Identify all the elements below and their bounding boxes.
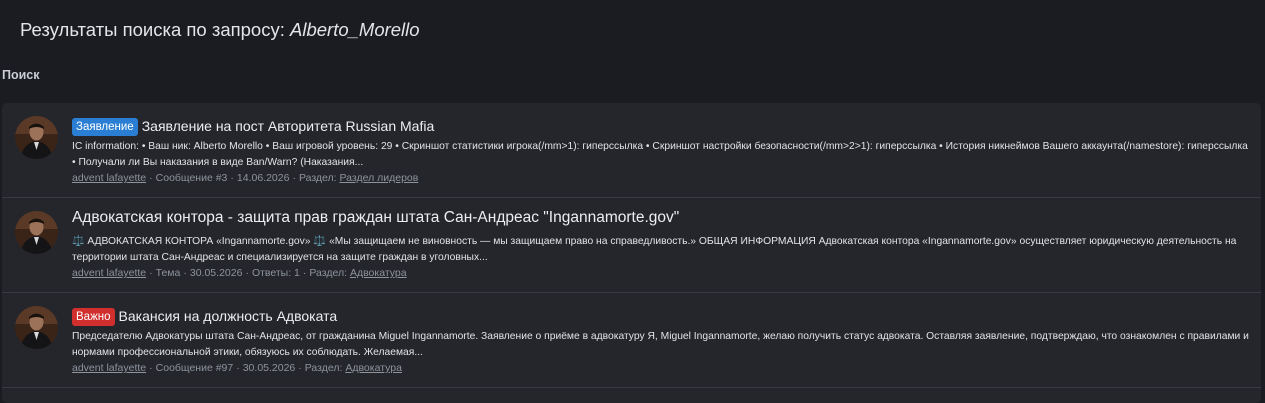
avatar-image bbox=[15, 211, 58, 254]
avatar[interactable] bbox=[15, 306, 58, 349]
search-query: Alberto_Morello bbox=[290, 19, 420, 40]
badge-statement[interactable]: Заявление bbox=[72, 118, 138, 136]
author-link[interactable]: advent lafayette bbox=[72, 267, 146, 279]
section-link[interactable]: Раздел лидеров bbox=[340, 172, 419, 184]
result-date: 30.05.2026 bbox=[189, 267, 243, 279]
result-snippet: ⚖️ АДВОКАТСКАЯ КОНТОРА «Ingannamorte.gov… bbox=[72, 234, 1252, 266]
search-result: Заявление Заявление на пост Авторитета Ru… bbox=[2, 103, 1261, 198]
section-prefix: Раздел: bbox=[298, 172, 337, 184]
section-prefix: Раздел: bbox=[309, 267, 348, 279]
result-title-text[interactable]: Адвокатская контора - защита прав гражда… bbox=[72, 209, 679, 226]
section-label: Поиск bbox=[2, 68, 40, 82]
avatar-image bbox=[15, 306, 58, 349]
search-results-list: Заявление Заявление на пост Авторитета Ru… bbox=[2, 103, 1261, 403]
badge-important[interactable]: Важно bbox=[72, 308, 115, 326]
section-prefix: Раздел: bbox=[304, 362, 343, 374]
result-meta: advent lafayette · Сообщение #3 · 14.06.2026… bbox=[72, 172, 419, 184]
result-date: 14.06.2026 bbox=[236, 172, 290, 184]
result-kind: Сообщение #3 bbox=[155, 172, 228, 184]
page-title-prefix: Результаты поиска по запросу: bbox=[20, 19, 285, 40]
page-title: Результаты поиска по запросу: Alberto_Mo… bbox=[20, 19, 420, 41]
result-replies: Ответы: 1 bbox=[251, 267, 300, 279]
result-date: 30.05.2026 bbox=[242, 362, 296, 374]
author-link[interactable]: advent lafayette bbox=[72, 362, 146, 374]
result-snippet-text: АДВОКАТСКАЯ КОНТОРА «Ingannamorte.gov» ⚖… bbox=[72, 236, 1237, 263]
scales-icon: ⚖️ bbox=[72, 236, 85, 247]
search-result: Адвокатская контора - защита прав гражда… bbox=[2, 198, 1261, 293]
result-title[interactable]: Важно Вакансия на должность Адвоката bbox=[72, 307, 337, 326]
search-result: Важно Вакансия на должность Адвоката Пред… bbox=[2, 293, 1261, 388]
result-title[interactable]: Заявление Заявление на пост Авторитета Ru… bbox=[72, 117, 434, 136]
result-title-text[interactable]: Вакансия на должность Адвоката bbox=[119, 308, 338, 324]
avatar-image bbox=[15, 116, 58, 159]
result-title-text[interactable]: Заявление на пост Авторитета Russian Maf… bbox=[142, 118, 435, 134]
avatar[interactable] bbox=[15, 211, 58, 254]
result-title[interactable]: Адвокатская контора - защита прав гражда… bbox=[72, 209, 679, 227]
section-link[interactable]: Адвокатура bbox=[345, 362, 402, 374]
result-meta: advent lafayette · Сообщение #97 · 30.05.202… bbox=[72, 362, 402, 374]
result-snippet: Председателю Адвокатуры штата Сан-Андреа… bbox=[72, 331, 1249, 358]
author-link[interactable]: advent lafayette bbox=[72, 172, 146, 184]
section-link[interactable]: Адвокатура bbox=[350, 267, 407, 279]
result-snippet: IC information: • Ваш ник: Alberto Morel… bbox=[72, 141, 1248, 168]
result-kind: Тема bbox=[155, 267, 181, 279]
result-kind: Сообщение #97 bbox=[155, 362, 234, 374]
avatar[interactable] bbox=[15, 116, 58, 159]
result-meta: advent lafayette · Тема · 30.05.2026 · Ответы:… bbox=[72, 267, 407, 279]
